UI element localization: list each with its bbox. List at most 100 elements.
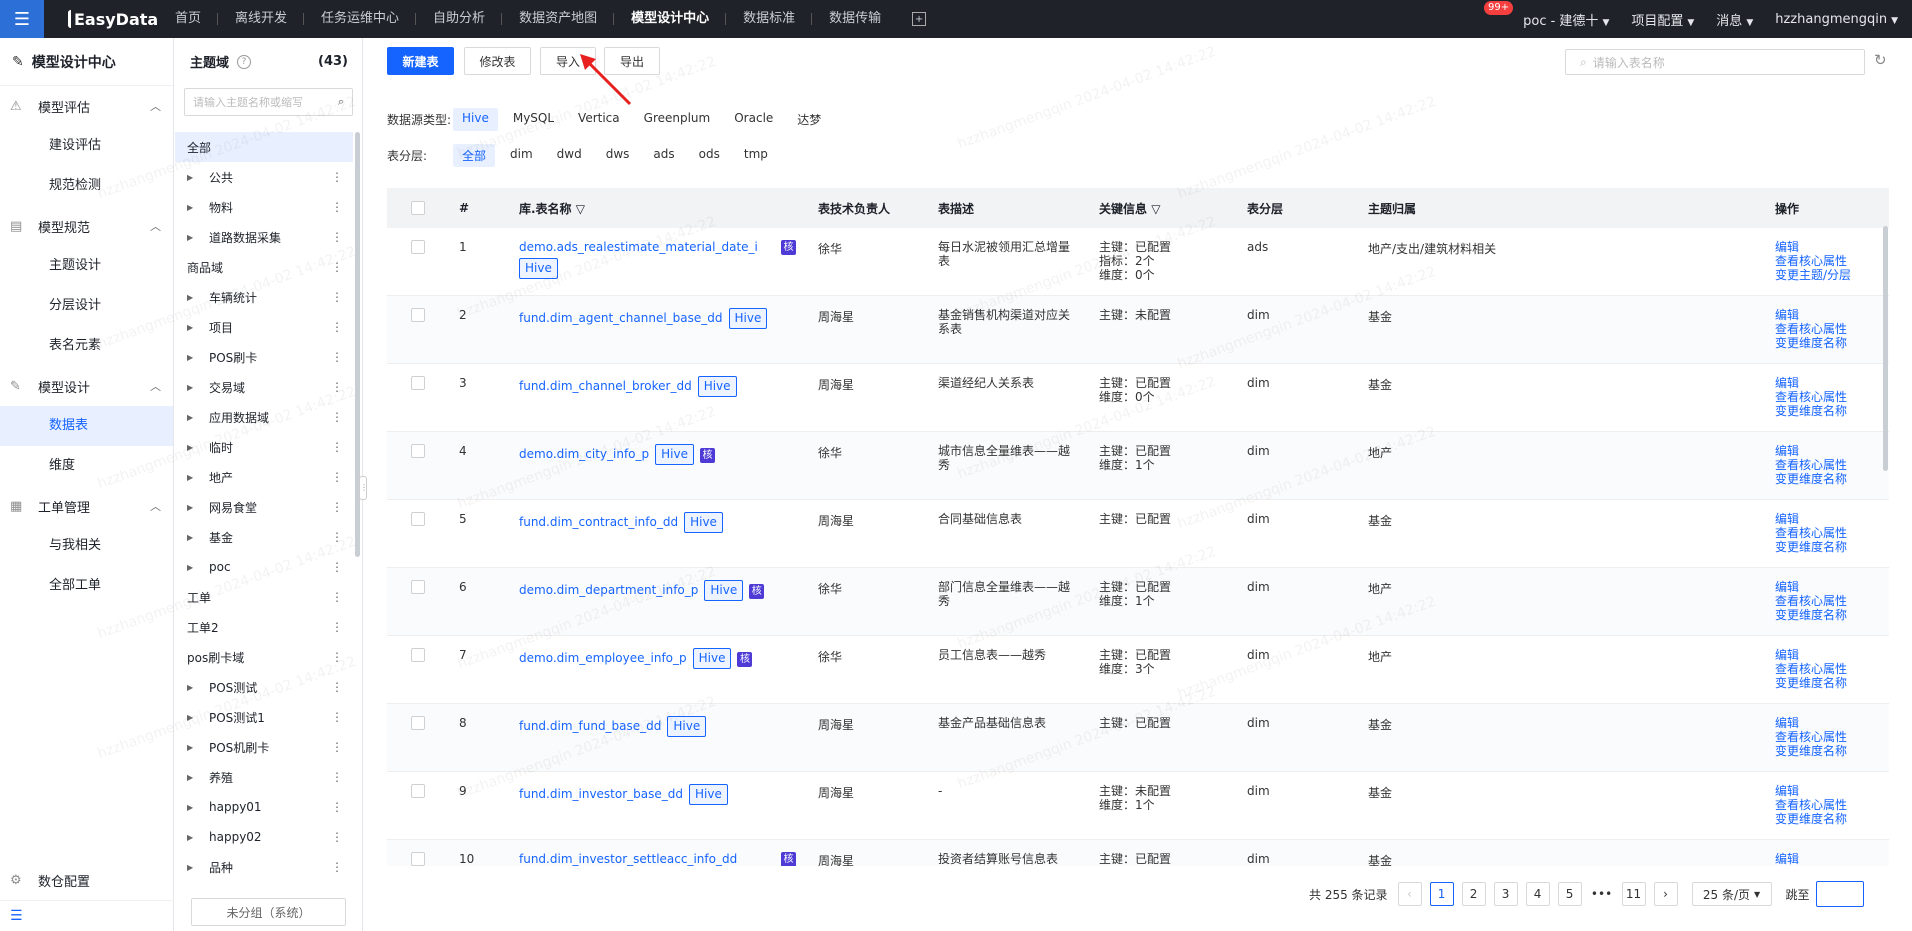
table-name-link[interactable]: fund.dim_agent_channel_base_dd [519, 311, 723, 325]
topic-item[interactable]: ▶ happy02 ⋮ [175, 822, 353, 852]
row-checkbox[interactable] [411, 648, 425, 662]
more-icon[interactable]: ⋮ [331, 830, 343, 844]
sidebar-group[interactable]: ▤ 模型规范 ︿ [0, 206, 173, 246]
nav-item[interactable]: 数据资产地图 [502, 0, 615, 38]
sidebar-item[interactable]: 数据表 [0, 406, 173, 446]
layer-option[interactable]: ads [644, 144, 683, 167]
row-checkbox[interactable] [411, 716, 425, 730]
row-checkbox[interactable] [411, 784, 425, 798]
sidebar-item[interactable]: 建设评估 [0, 126, 173, 166]
topic-item[interactable]: ▶ 道路数据采集 ⋮ [175, 222, 353, 252]
filter-icon[interactable]: ▽ [576, 202, 585, 216]
topic-item[interactable]: ▶ 网易食堂 ⋮ [175, 492, 353, 522]
action-link[interactable]: 查看核心属性 [1775, 662, 1847, 676]
more-icon[interactable]: ⋮ [331, 620, 343, 634]
more-icon[interactable]: ⋮ [331, 470, 343, 484]
topic-item[interactable]: ▶ 地产 ⋮ [175, 462, 353, 492]
source-option[interactable]: 达梦 [788, 108, 830, 131]
more-icon[interactable]: ⋮ [331, 770, 343, 784]
sidebar-group[interactable]: ⚠ 模型评估 ︿ [0, 86, 173, 126]
table-name-link[interactable]: demo.dim_employee_info_p [519, 651, 687, 665]
menu-icon[interactable]: ☰ [0, 0, 44, 38]
new-table-button[interactable]: 新建表 [387, 47, 454, 75]
topic-item[interactable]: pos刷卡域 ⋮ [175, 642, 353, 672]
action-link[interactable]: 查看核心属性 [1775, 254, 1851, 268]
table-name-link[interactable]: fund.dim_investor_settleacc_info_dd [519, 852, 737, 866]
user-menu[interactable]: hzzhangmengqin ▼ [1775, 12, 1898, 27]
topic-item[interactable]: ▶ 项目 ⋮ [175, 312, 353, 342]
nav-item[interactable]: 模型设计中心 [614, 0, 727, 38]
more-icon[interactable]: ⋮ [331, 380, 343, 394]
nav-item[interactable]: 任务运维中心 [304, 0, 417, 38]
more-icon[interactable]: ⋮ [331, 320, 343, 334]
source-option[interactable]: Oracle [725, 108, 782, 131]
table-name-link[interactable]: demo.ads_realestimate_material_date_i [519, 240, 758, 254]
source-option[interactable]: Greenplum [635, 108, 720, 131]
action-link[interactable]: 编辑 [1775, 648, 1847, 662]
caret-right-icon[interactable]: ▶ [187, 173, 199, 182]
topic-item[interactable]: ▶ 物料 ⋮ [175, 192, 353, 222]
row-checkbox[interactable] [411, 308, 425, 322]
row-checkbox[interactable] [411, 852, 425, 866]
action-link[interactable]: 查看核心属性 [1775, 798, 1847, 812]
action-link[interactable]: 编辑 [1775, 308, 1847, 322]
topic-item[interactable]: ▶ 应用数据域 ⋮ [175, 402, 353, 432]
more-icon[interactable]: ⋮ [331, 170, 343, 184]
nav-item[interactable]: 数据标准 [726, 0, 813, 38]
topic-item[interactable]: ▶ 公共 ⋮ [175, 162, 353, 192]
more-icon[interactable]: ⋮ [331, 590, 343, 604]
action-link[interactable]: 查看核心属性 [1775, 526, 1847, 540]
layer-option[interactable]: dwd [548, 144, 591, 167]
topic-item[interactable]: ▶ 交易域 ⋮ [175, 372, 353, 402]
caret-right-icon[interactable]: ▶ [187, 773, 199, 782]
topic-item[interactable]: ▶ POS测试1 ⋮ [175, 702, 353, 732]
row-checkbox[interactable] [411, 580, 425, 594]
more-icon[interactable]: ⋮ [331, 500, 343, 514]
sidebar-item[interactable]: 分层设计 [0, 286, 173, 326]
source-option[interactable]: MySQL [504, 108, 563, 131]
caret-right-icon[interactable]: ▶ [187, 473, 199, 482]
topic-item[interactable]: ▶ happy01 ⋮ [175, 792, 353, 822]
page-button[interactable]: ••• [1590, 882, 1614, 906]
action-link[interactable]: 编辑 [1775, 512, 1847, 526]
action-link[interactable]: 变更维度名称 [1775, 608, 1847, 622]
action-link[interactable]: 编辑 [1775, 444, 1847, 458]
topic-item[interactable]: ▶ 养殖 ⋮ [175, 762, 353, 792]
table-name-link[interactable]: demo.dim_department_info_p [519, 583, 698, 597]
help-icon[interactable]: ? [237, 54, 252, 69]
more-icon[interactable]: ⋮ [331, 290, 343, 304]
action-link[interactable]: 变更维度名称 [1775, 540, 1847, 554]
caret-right-icon[interactable]: ▶ [187, 833, 199, 842]
page-button[interactable]: 2 [1461, 882, 1486, 906]
chevron-up-icon[interactable]: ︿ [150, 218, 161, 234]
add-tab-icon[interactable]: + [912, 12, 927, 26]
action-link[interactable]: 查看核心属性 [1775, 730, 1847, 744]
table-scrollbar[interactable] [1883, 226, 1888, 471]
more-icon[interactable]: ⋮ [331, 800, 343, 814]
action-link[interactable]: 变更维度名称 [1775, 744, 1847, 758]
page-button[interactable]: 11 [1621, 882, 1646, 906]
page-button[interactable]: 1 [1429, 882, 1454, 906]
next-page-button[interactable]: › [1653, 882, 1678, 906]
caret-right-icon[interactable]: ▶ [187, 383, 199, 392]
topic-item[interactable]: ▶ poc ⋮ [175, 552, 353, 582]
jump-page-input[interactable] [1815, 881, 1864, 907]
action-link[interactable]: 编辑 [1775, 376, 1847, 390]
action-link[interactable]: 变更主题/分层 [1775, 268, 1851, 282]
filter-icon[interactable]: ▽ [1151, 202, 1160, 216]
page-button[interactable]: 4 [1525, 882, 1550, 906]
caret-right-icon[interactable]: ▶ [187, 803, 199, 812]
table-name-link[interactable]: fund.dim_fund_base_dd [519, 719, 661, 733]
chevron-up-icon[interactable]: ︿ [150, 498, 161, 514]
more-icon[interactable]: ⋮ [331, 230, 343, 244]
layer-option[interactable]: 全部 [453, 144, 496, 167]
caret-right-icon[interactable]: ▶ [187, 293, 199, 302]
action-link[interactable]: 变更维度名称 [1775, 812, 1847, 826]
chevron-up-icon[interactable]: ︿ [150, 378, 161, 394]
action-link[interactable]: 查看核心属性 [1775, 594, 1847, 608]
more-icon[interactable]: ⋮ [331, 530, 343, 544]
more-icon[interactable]: ⋮ [331, 410, 343, 424]
row-checkbox[interactable] [411, 444, 425, 458]
layer-option[interactable]: dws [597, 144, 639, 167]
caret-right-icon[interactable]: ▶ [187, 413, 199, 422]
